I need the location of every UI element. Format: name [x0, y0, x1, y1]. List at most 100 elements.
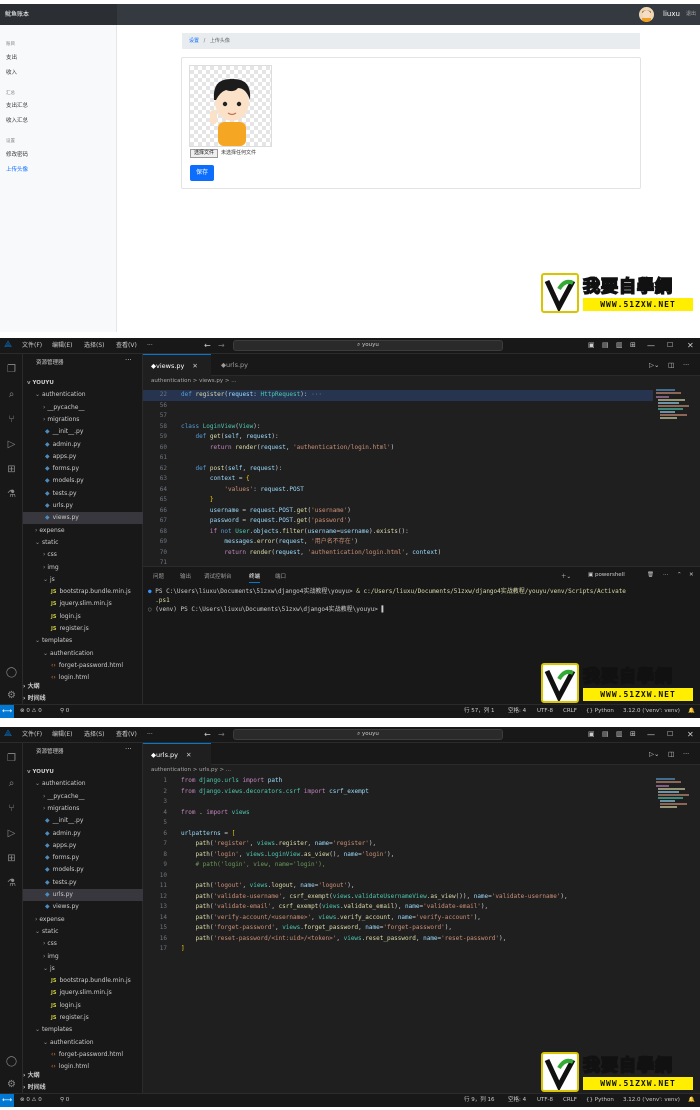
tree-item-migrations[interactable]: › migrations [43, 803, 79, 815]
cursor-position[interactable]: 行 57，列 1 [464, 705, 495, 718]
close-panel-icon[interactable]: ✕ [689, 572, 694, 578]
search-icon[interactable]: ⌕ [4, 387, 19, 402]
minimap[interactable] [655, 777, 695, 847]
sidebar-item-change-password[interactable]: 修改密码 [6, 150, 28, 158]
menu-item[interactable]: 编辑(E) [52, 338, 72, 353]
line-ending[interactable]: CRLF [563, 705, 577, 718]
tree-item-pycache[interactable]: › __pycache__ [43, 402, 84, 414]
username-label[interactable]: liuxu [663, 4, 680, 25]
python-interpreter[interactable]: 3.12.0 ('venv': venv) [623, 1094, 680, 1107]
maximize-icon[interactable]: ☐ [667, 727, 673, 742]
tree-item-init[interactable]: ◆ __init__.py [45, 815, 83, 827]
tree-item-forms[interactable]: ◆ forms.py [45, 463, 79, 475]
settings-gear-icon[interactable]: ⚙ [4, 688, 19, 703]
notifications-icon[interactable]: 🔔 [688, 1094, 695, 1107]
menu-item[interactable]: 文件(F) [22, 727, 42, 742]
tree-item-css[interactable]: › css [43, 938, 57, 950]
tree-item-bootstrap[interactable]: JS bootstrap.bundle.min.js [51, 975, 131, 987]
problems-count[interactable]: ⊗ 0 ⚠ 0 [20, 1094, 42, 1107]
testing-icon[interactable]: ⚗ [4, 487, 19, 502]
menu-item[interactable]: ··· [147, 727, 153, 742]
tree-item-urls[interactable]: ◆ urls.py [45, 889, 73, 901]
new-terminal-icon[interactable]: ＋⌄ [561, 572, 571, 580]
minimize-icon[interactable]: — [647, 338, 655, 353]
panel-tab[interactable]: 输出 [180, 572, 191, 580]
tree-item-pycache[interactable]: › __pycache__ [43, 791, 84, 803]
tree-item-admin[interactable]: ◆ admin.py [45, 828, 81, 840]
tree-item-apps[interactable]: ◆ apps.py [45, 451, 76, 463]
tree-item-forms[interactable]: ◆ forms.py [45, 852, 79, 864]
ports-count[interactable]: ⚲ 0 [60, 1094, 69, 1107]
tree-item-js[interactable]: ⌄ js [43, 574, 55, 586]
toggle-sidebar-icon[interactable]: ▣ [588, 338, 595, 353]
run-debug-icon[interactable]: ▷ [4, 437, 19, 452]
panel-tab[interactable]: 端口 [275, 572, 286, 580]
source-control-icon[interactable]: ⑂ [4, 801, 19, 816]
back-arrow-icon[interactable]: ← [204, 338, 211, 353]
tree-item-views[interactable]: ◆ views.py [45, 512, 79, 524]
run-icon[interactable]: ▷⌄ [649, 743, 659, 765]
run-debug-icon[interactable]: ▷ [4, 826, 19, 841]
account-icon[interactable]: ◯ [4, 1054, 19, 1069]
back-arrow-icon[interactable]: ← [204, 727, 211, 742]
tree-item-init[interactable]: ◆ __init__.py [45, 426, 83, 438]
tree-item-jquery[interactable]: JS jquery.slim.min.js [51, 598, 112, 610]
close-window-icon[interactable]: ✕ [687, 727, 694, 742]
tree-item-css[interactable]: › css [43, 549, 57, 561]
sidebar-item-expense-summary[interactable]: 支出汇总 [6, 101, 28, 109]
line-ending[interactable]: CRLF [563, 1094, 577, 1107]
more-actions-icon[interactable]: ··· [683, 743, 689, 765]
files-icon[interactable]: ❐ [4, 751, 19, 766]
tab-views-py[interactable]: ◆views.py ✕ [143, 354, 211, 376]
cursor-position[interactable]: 行 9，列 16 [464, 1094, 495, 1107]
indentation[interactable]: 空格: 4 [508, 705, 526, 718]
remote-indicator-icon[interactable]: ⟷ [0, 705, 14, 718]
panel-tab[interactable]: 问题 [153, 572, 164, 580]
save-button[interactable]: 保存 [190, 165, 214, 181]
close-tab-icon[interactable]: ✕ [192, 362, 197, 370]
menu-item[interactable]: 选择(S) [84, 338, 105, 353]
more-actions-icon[interactable]: ··· [125, 745, 132, 753]
editor-breadcrumb[interactable]: authentication > urls.py > ... [151, 765, 231, 776]
tree-item-login-html[interactable]: ‹› login.html [51, 1061, 89, 1073]
sidebar-item-upload-avatar[interactable]: 上传头像 [6, 165, 28, 173]
extensions-icon[interactable]: ⊞ [4, 851, 19, 866]
toggle-sidebar-icon[interactable]: ▣ [588, 727, 595, 742]
more-actions-icon[interactable]: ··· [125, 356, 132, 364]
menu-item[interactable]: 查看(V) [116, 727, 137, 742]
tree-item-jquery[interactable]: JS jquery.slim.min.js [51, 987, 112, 999]
run-icon[interactable]: ▷⌄ [649, 354, 659, 376]
sidebar-item-income-summary[interactable]: 收入汇总 [6, 116, 28, 124]
forward-arrow-icon[interactable]: → [218, 338, 225, 353]
user-avatar[interactable] [639, 7, 654, 22]
tab-urls-py[interactable]: ◆urls.py [213, 354, 273, 376]
split-editor-icon[interactable]: ◫ [668, 743, 674, 765]
tree-item-login-html[interactable]: ‹› login.html [51, 672, 89, 684]
tree-item-expense[interactable]: › expense [35, 525, 65, 537]
menu-item[interactable]: 编辑(E) [52, 727, 72, 742]
terminal-shell-label[interactable]: ▣ powershell [588, 572, 625, 578]
language-mode[interactable]: {} Python [586, 705, 614, 718]
layout-icon[interactable]: ⊞ [630, 727, 636, 742]
ports-count[interactable]: ⚲ 0 [60, 705, 69, 718]
outline-section[interactable]: › 大纲 [23, 1070, 40, 1079]
tree-item-register-js[interactable]: JS register.js [51, 1012, 89, 1024]
tree-item-t-auth[interactable]: ⌄ authentication [43, 648, 94, 660]
tree-item-templates[interactable]: ⌄ templates [35, 1024, 72, 1036]
files-icon[interactable]: ❐ [4, 362, 19, 377]
menu-item[interactable]: 选择(S) [84, 727, 105, 742]
python-interpreter[interactable]: 3.12.0 ('venv': venv) [623, 705, 680, 718]
account-icon[interactable]: ◯ [4, 665, 19, 680]
tree-item-static[interactable]: ⌄ static [35, 537, 58, 549]
breadcrumb-settings-link[interactable]: 设置 [189, 38, 199, 44]
minimize-icon[interactable]: — [647, 727, 655, 742]
tree-item-models[interactable]: ◆ models.py [45, 864, 84, 876]
tree-item-urls[interactable]: ◆ urls.py [45, 500, 73, 512]
code-editor[interactable]: 22 def register(request: HttpRequest): ··… [143, 390, 653, 566]
maximize-panel-icon[interactable]: ⌃ [677, 572, 682, 578]
minimap[interactable] [655, 388, 695, 458]
code-editor[interactable]: 1 from django.urls import path 2 from djang… [143, 776, 653, 1076]
menu-item[interactable]: 文件(F) [22, 338, 42, 353]
sidebar-item-expense[interactable]: 支出 [6, 53, 17, 61]
close-window-icon[interactable]: ✕ [687, 338, 694, 353]
